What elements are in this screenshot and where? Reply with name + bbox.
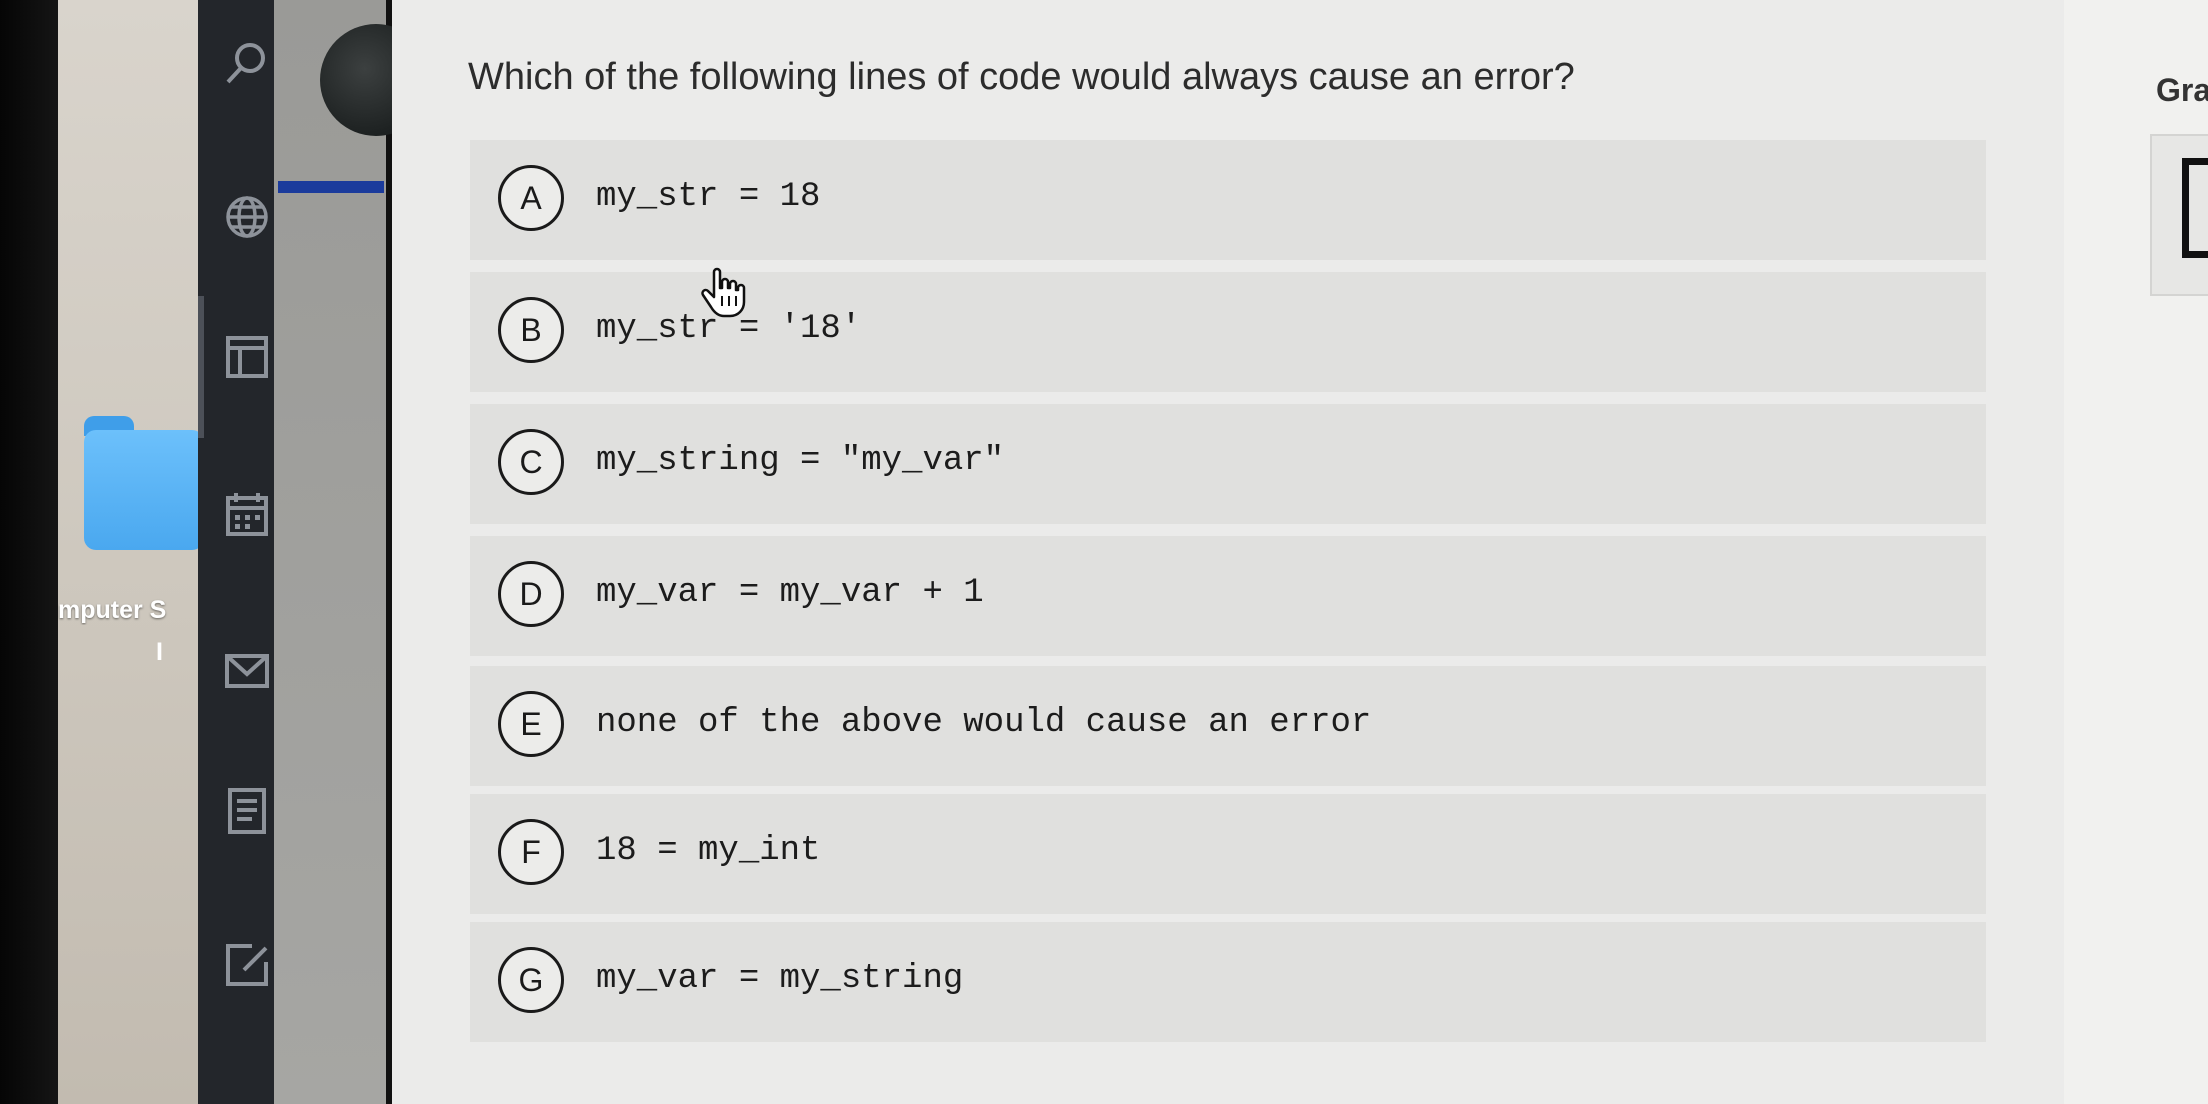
- document-list-icon[interactable]: [222, 786, 272, 836]
- option-code: my_var = my_var + 1: [596, 574, 984, 612]
- option-code: my_var = my_string: [596, 960, 964, 998]
- panel-accent-bar: [278, 181, 384, 193]
- option-letter-badge: C: [498, 429, 564, 495]
- question-text: Which of the following lines of code wou…: [468, 56, 1575, 98]
- option-code: my_str = 18: [596, 178, 821, 216]
- app-sidebar: [198, 0, 274, 1104]
- layout-icon[interactable]: [222, 332, 272, 382]
- option-code: none of the above would cause an error: [596, 704, 1372, 742]
- option-letter-badge: F: [498, 819, 564, 885]
- answer-option-e[interactable]: E none of the above would cause an error: [470, 666, 1986, 786]
- search-icon[interactable]: [222, 38, 272, 88]
- option-code: my_string = "my_var": [596, 442, 1005, 480]
- sidebar-active-indicator: [198, 296, 204, 438]
- hand-pointer-icon: [700, 266, 746, 318]
- monitor-bezel: [0, 0, 58, 1104]
- answer-option-a[interactable]: A my_str = 18: [470, 140, 1986, 260]
- folder-label-line-2: I: [156, 638, 163, 666]
- option-letter-badge: G: [498, 947, 564, 1013]
- option-letter-badge: B: [498, 297, 564, 363]
- screen: mputer S I Which of the following lines …: [0, 0, 2208, 1104]
- folder-body: [84, 430, 204, 550]
- answer-option-f[interactable]: F 18 = my_int: [470, 794, 1986, 914]
- answer-option-c[interactable]: C my_string = "my_var": [470, 404, 1986, 524]
- answer-option-b[interactable]: B my_str = '18': [470, 272, 1986, 392]
- globe-icon[interactable]: [222, 192, 272, 242]
- right-card-bracket-icon: [2182, 158, 2208, 258]
- edit-icon[interactable]: [222, 940, 272, 990]
- calendar-icon[interactable]: [222, 490, 272, 540]
- folder-icon[interactable]: [84, 416, 204, 550]
- mail-icon[interactable]: [222, 646, 272, 696]
- answer-option-g[interactable]: G my_var = my_string: [470, 922, 1986, 1042]
- option-code: 18 = my_int: [596, 832, 821, 870]
- side-panel: [274, 0, 386, 1104]
- option-letter-badge: D: [498, 561, 564, 627]
- folder-label[interactable]: mputer S: [58, 596, 200, 625]
- option-letter-badge: E: [498, 691, 564, 757]
- desktop-background: [58, 0, 200, 1104]
- right-panel-title: Gra: [2156, 72, 2208, 108]
- answer-option-d[interactable]: D my_var = my_var + 1: [470, 536, 1986, 656]
- option-letter-badge: A: [498, 165, 564, 231]
